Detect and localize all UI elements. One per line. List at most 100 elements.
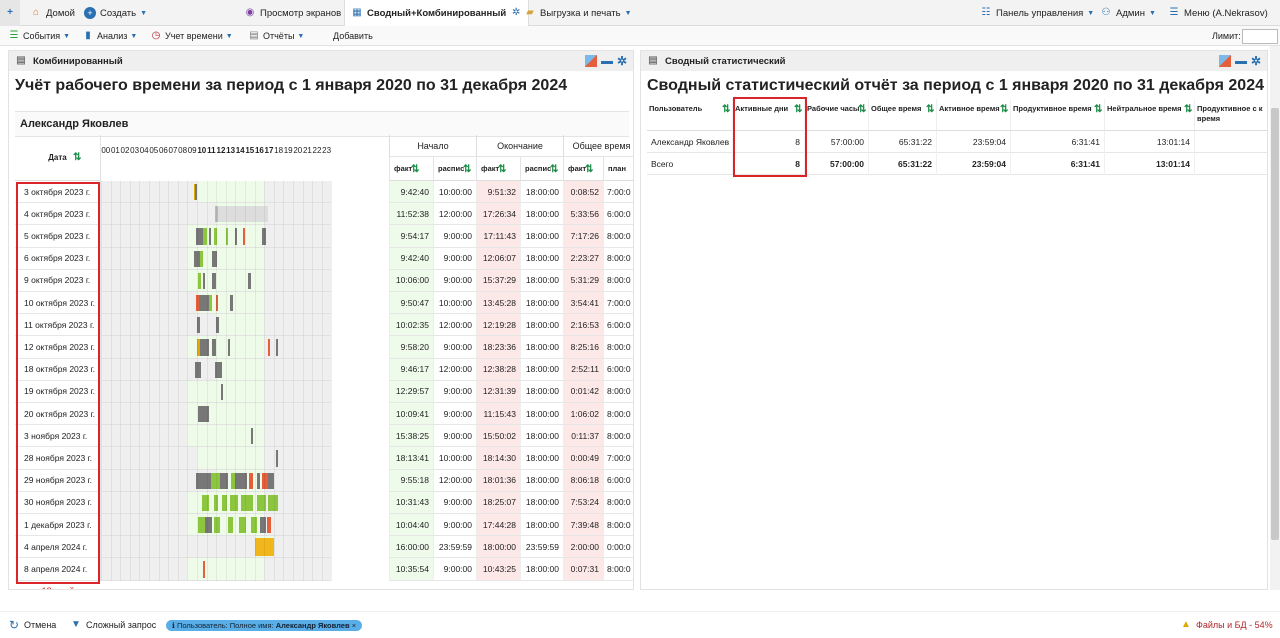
sort-icon[interactable]: ⇅ [633, 165, 634, 175]
combined-panel: ▤ Комбинированный ✲ Учёт рабочего времен… [8, 50, 634, 590]
activity-bar[interactable] [267, 517, 271, 534]
activity-bar[interactable] [227, 517, 234, 534]
hour-header: 13 [226, 145, 236, 155]
home-button[interactable]: ⌂ Домой [30, 0, 75, 26]
sort-icon[interactable]: ⇅ [73, 153, 83, 163]
storage-status[interactable]: ▲ Файлы и БД - 54% [1180, 612, 1273, 638]
sort-icon[interactable]: ⇅ [585, 165, 595, 175]
hour-header: 09 [187, 145, 197, 155]
sort-icon[interactable]: ⇅ [858, 105, 868, 115]
time-cell: 16:00:00 [389, 536, 433, 559]
time-cell: 17:26:34 [476, 203, 520, 226]
time-cell: 10:35:54 [389, 558, 433, 581]
summary-column-header[interactable]: Продуктивное время [1011, 99, 1105, 131]
user-menu[interactable]: ☰ Меню (A.Nekrasov) [1168, 0, 1268, 26]
activity-bar[interactable] [221, 383, 223, 400]
activity-bar[interactable] [202, 272, 205, 289]
activity-bar[interactable] [268, 339, 271, 356]
time-cell: 9:00:00 [433, 425, 476, 448]
time-cell: 10:02:35 [389, 314, 433, 337]
time-cell: 18:00:00 [520, 403, 563, 426]
time-cell: 8:25:16 [563, 336, 603, 359]
time-cell: 5:33:56 [563, 203, 603, 226]
sort-icon[interactable]: ⇅ [411, 165, 421, 175]
time-cell: 8:00:0 [603, 269, 633, 292]
time-cell: 6:00:0 [603, 314, 633, 337]
gear-icon[interactable]: ✲ [510, 7, 522, 19]
tab-export-print[interactable]: ▰ Выгрузка и печать ▼ [524, 0, 631, 26]
activity-bar[interactable] [256, 472, 261, 489]
time-cell: 9:55:18 [389, 469, 433, 492]
sort-icon[interactable]: ⇅ [498, 165, 508, 175]
activity-bar[interactable] [197, 272, 201, 289]
activity-bar[interactable] [227, 339, 230, 356]
tab-summary-combined[interactable]: ▦ Сводный+Комбинированный ✲ [344, 0, 530, 26]
summary-cell: 57:00:00 [805, 153, 869, 175]
cancel-button[interactable]: ↻ Отмена [8, 612, 56, 638]
menu-events[interactable]: ☰ События ▼ [8, 26, 71, 46]
sort-icon[interactable]: ⇅ [463, 165, 473, 175]
folder-icon: ▰ [526, 7, 534, 18]
filter-chip[interactable]: ℹ Пользователь: Полное имя: Александр Як… [166, 612, 363, 638]
tab-screens[interactable]: ◉ Просмотр экранов [244, 0, 342, 26]
activity-bar[interactable] [202, 561, 205, 578]
activity-bar[interactable] [275, 450, 278, 467]
activity-bar[interactable] [275, 339, 278, 356]
activity-bar[interactable] [229, 295, 233, 312]
summary-cell-empty [1195, 153, 1267, 175]
sub-column-header[interactable]: план [603, 157, 633, 181]
complex-query-button[interactable]: ▼ Сложный запрос [70, 612, 156, 638]
sub-column-header[interactable]: факт [563, 157, 603, 181]
time-cell: 2:52:11 [563, 358, 603, 381]
activity-bar[interactable] [208, 228, 211, 245]
hour-gridline [225, 181, 227, 581]
time-cell: 10:31:43 [389, 491, 433, 514]
summary-cell: 23:59:04 [937, 153, 1011, 175]
sort-icon[interactable]: ⇅ [1000, 105, 1010, 115]
time-cell: 12:29:57 [389, 380, 433, 403]
hour-header: 10 [197, 145, 207, 155]
sort-icon[interactable]: ⇅ [1184, 105, 1194, 115]
sort-icon[interactable]: ⇅ [926, 105, 936, 115]
sort-icon[interactable]: ⇅ [722, 105, 732, 115]
create-button[interactable]: + Создать ▼ [84, 0, 147, 26]
summary-column-header[interactable]: Пользователь [647, 99, 733, 131]
activity-bar[interactable] [247, 272, 251, 289]
activity-bar[interactable] [241, 494, 253, 511]
scrollbar-thumb[interactable] [1271, 108, 1279, 540]
activity-bar[interactable] [251, 428, 254, 445]
summary-column-header[interactable]: Нейтральное время [1105, 99, 1195, 131]
control-panel-menu[interactable]: ☷ Панель управления ▼ [980, 0, 1095, 26]
time-cell: 7:00:0 [603, 292, 633, 315]
admin-menu[interactable]: ⚇ Админ ▼ [1100, 0, 1156, 26]
hour-gridline [168, 181, 170, 581]
sort-icon[interactable]: ⇅ [1094, 105, 1104, 115]
close-icon[interactable]: × [352, 621, 356, 630]
chevron-down-icon: ▼ [225, 32, 233, 40]
hour-header: 14 [235, 145, 245, 155]
menu-add[interactable]: Добавить [333, 26, 373, 46]
activity-bar[interactable] [197, 517, 205, 534]
menu-time-tracking[interactable]: ◷ Учет времени ▼ [150, 26, 233, 46]
time-cell: 9:00:00 [433, 247, 476, 270]
activity-bar[interactable] [229, 494, 239, 511]
sort-icon[interactable]: ⇅ [550, 165, 560, 175]
time-cell: 17:11:43 [476, 225, 520, 248]
limit-label: Лимит: [1212, 31, 1241, 41]
time-cell: 15:37:29 [476, 269, 520, 292]
limit-input[interactable] [1242, 29, 1278, 44]
activity-bar[interactable] [199, 250, 203, 267]
page-scrollbar[interactable] [1270, 46, 1280, 590]
hour-header: 00 [101, 145, 111, 155]
time-cell: 8:00:0 [603, 336, 633, 359]
status-bar: ↻ Отмена ▼ Сложный запрос ℹ Пользователь: … [0, 611, 1280, 637]
time-cell: 7:17:26 [563, 225, 603, 248]
menu-reports[interactable]: ▤ Отчёты ▼ [248, 26, 304, 46]
menu-analysis[interactable]: ▮ Анализ ▼ [82, 26, 137, 46]
date-column-header[interactable]: Дата [15, 135, 101, 181]
activity-bar[interactable] [196, 472, 212, 489]
activity-bar[interactable] [248, 472, 253, 489]
new-tab-button[interactable]: + [0, 0, 20, 26]
activity-bar[interactable] [209, 295, 213, 312]
summary-column-header[interactable]: Продуктивное с к время [1195, 99, 1267, 131]
